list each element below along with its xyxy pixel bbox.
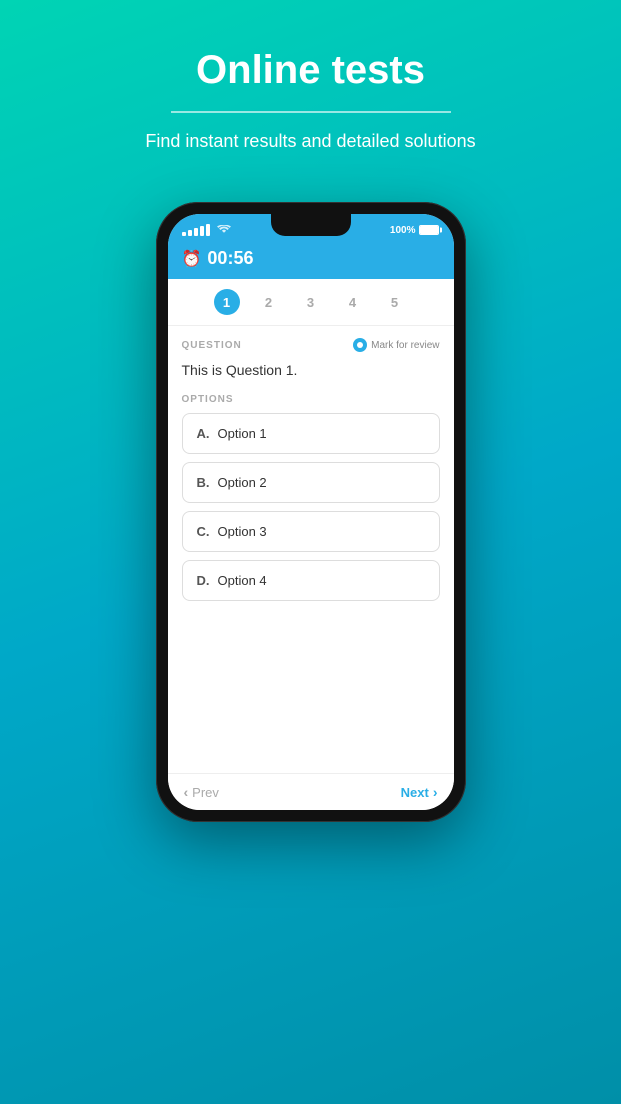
- battery-percent: 100%: [390, 225, 416, 236]
- option-a-letter: A.: [197, 426, 210, 441]
- option-c-text: Option 3: [218, 524, 267, 539]
- nav-num-5[interactable]: 5: [382, 289, 408, 315]
- option-c-letter: C.: [197, 524, 210, 539]
- option-d-text: Option 4: [218, 573, 267, 588]
- option-a-text: Option 1: [218, 426, 267, 441]
- prev-label: Prev: [192, 785, 219, 800]
- header-subtitle: Find instant results and detailed soluti…: [40, 131, 581, 152]
- timer-bar: ⏰ 00:56: [168, 240, 454, 279]
- mark-review-icon: [353, 338, 367, 352]
- option-a[interactable]: A. Option 1: [182, 413, 440, 454]
- question-label: QUESTION: [182, 340, 242, 351]
- timer-value: 00:56: [207, 248, 253, 269]
- bottom-nav: ‹ Prev Next ›: [168, 773, 454, 810]
- timer-display: ⏰ 00:56: [182, 248, 440, 269]
- mark-review-button[interactable]: Mark for review: [353, 338, 439, 352]
- nav-num-2[interactable]: 2: [256, 289, 282, 315]
- option-b-letter: B.: [197, 475, 210, 490]
- next-label: Next: [401, 785, 429, 800]
- alarm-icon: ⏰: [182, 249, 202, 269]
- wifi-icon: [217, 225, 231, 235]
- phone-screen: 9:41 AM 100% ⏰ 00:56 1 2 3: [168, 214, 454, 810]
- battery-fill: [420, 226, 438, 234]
- main-title: Online tests: [40, 48, 581, 93]
- nav-num-4[interactable]: 4: [340, 289, 366, 315]
- header-section: Online tests Find instant results and de…: [0, 0, 621, 182]
- battery-icon: [419, 225, 439, 235]
- nav-num-1[interactable]: 1: [214, 289, 240, 315]
- phone-notch: [271, 214, 351, 236]
- prev-button[interactable]: ‹ Prev: [184, 784, 219, 800]
- phone-outer: 9:41 AM 100% ⏰ 00:56 1 2 3: [156, 202, 466, 822]
- status-left: [182, 224, 231, 236]
- option-d-letter: D.: [197, 573, 210, 588]
- next-button[interactable]: Next ›: [401, 784, 438, 800]
- question-header: QUESTION Mark for review: [182, 338, 440, 352]
- next-chevron-icon: ›: [433, 784, 438, 800]
- mark-review-label: Mark for review: [371, 340, 439, 351]
- phone-mockup: 9:41 AM 100% ⏰ 00:56 1 2 3: [156, 202, 466, 822]
- signal-icon: [182, 224, 210, 236]
- option-c[interactable]: C. Option 3: [182, 511, 440, 552]
- content-area: QUESTION Mark for review This is Questio…: [168, 326, 454, 773]
- question-text: This is Question 1.: [182, 360, 440, 384]
- option-b[interactable]: B. Option 2: [182, 462, 440, 503]
- status-right: 100%: [390, 225, 440, 236]
- question-nav: 1 2 3 4 5: [168, 279, 454, 326]
- option-d[interactable]: D. Option 4: [182, 560, 440, 601]
- options-label: OPTIONS: [182, 394, 440, 405]
- nav-num-3[interactable]: 3: [298, 289, 324, 315]
- header-divider: [171, 111, 451, 113]
- option-b-text: Option 2: [218, 475, 267, 490]
- prev-chevron-icon: ‹: [184, 784, 189, 800]
